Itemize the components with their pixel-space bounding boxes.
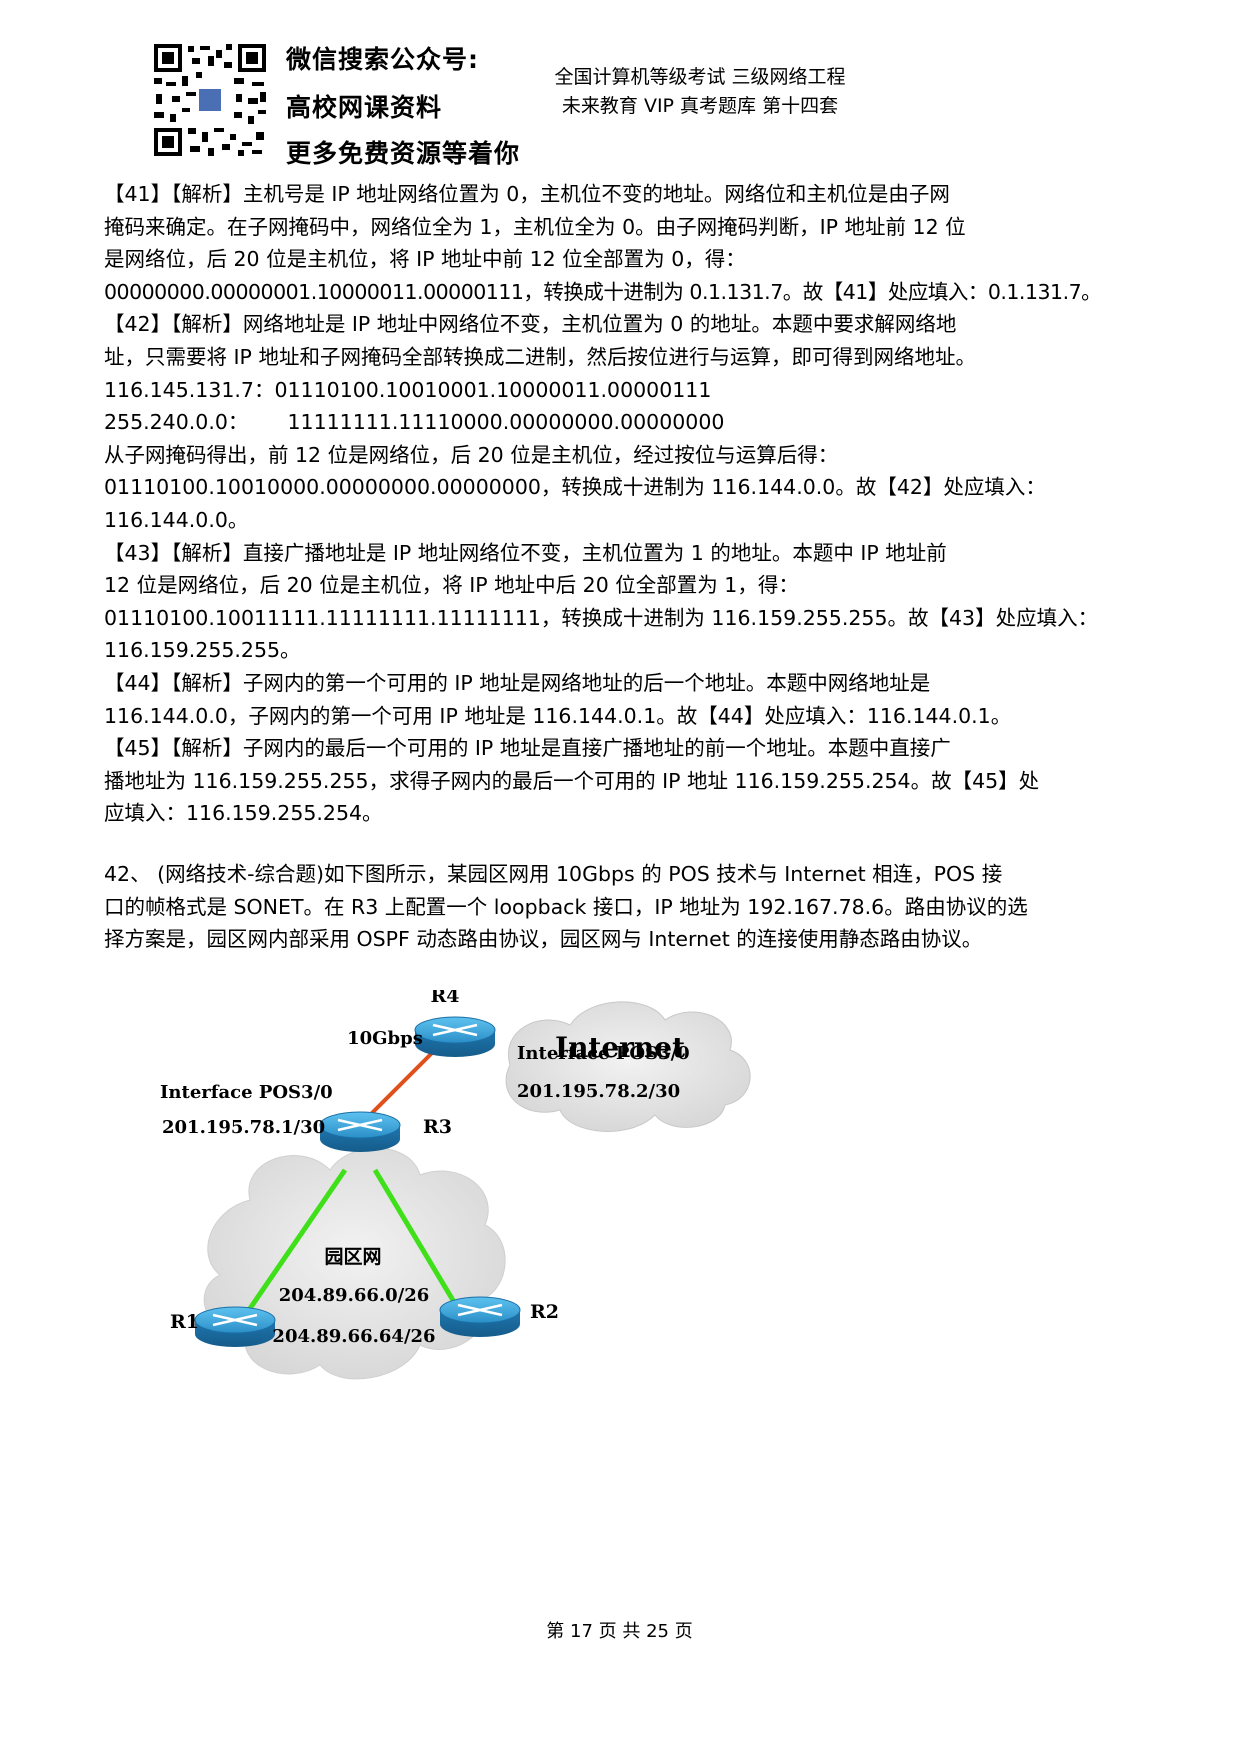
question-42: 42、 (网络技术-综合题)如下图所示，某园区网用 10Gbps 的 POS 技…	[104, 858, 1144, 956]
text-line: 【43】【解析】直接广播地址是 IP 地址网络位不变，主机位置为 1 的地址。本…	[104, 540, 947, 565]
r1-label: R1	[170, 1311, 199, 1333]
router-r3-icon	[319, 1111, 401, 1152]
text-line: 播地址为 116.159.255.255，求得子网内的最后一个可用的 IP 地址…	[104, 768, 1040, 793]
text-line: 116.145.131.7：01110100.10010001.10000011…	[104, 377, 712, 402]
header-title-1: 全国计算机等级考试 三级网络工程	[554, 66, 846, 88]
slogan-line-3: 更多免费资源等着你	[286, 139, 521, 168]
text-line: 【44】【解析】子网内的第一个可用的 IP 地址是网络地址的后一个地址。本题中网…	[104, 670, 931, 695]
text-line: 从子网掩码得出，前 12 位是网络位，后 20 位是主机位，经过按位与运算后得：	[104, 442, 839, 467]
question-line: 口的帧格式是 SONET。在 R3 上配置一个 loopback 接口，IP 地…	[104, 894, 1028, 919]
internet-cloud: Internet	[505, 1001, 751, 1132]
network-diagram: Internet R4 R3 R1 R2 10Gbps Interface PO…	[150, 990, 800, 1550]
text-line: 116.144.0.0，子网内的第一个可用 IP 地址是 116.144.0.1…	[104, 703, 1012, 728]
text-line: 01110100.10010000.00000000.00000000，转换成十…	[104, 475, 1046, 500]
subnet-2-label: 204.89.66.64/26	[272, 1326, 435, 1347]
router-r1-icon	[194, 1306, 276, 1347]
text-line: 址，只需要将 IP 地址和子网掩码全部转换成二进制，然后按位进行与运算，即可得到…	[104, 344, 976, 369]
page-number: 第 17 页 共 25 页	[546, 1621, 693, 1642]
campus-label: 园区网	[324, 1246, 381, 1268]
text-line: 掩码来确定。在子网掩码中，网络位全为 1，主机位全为 0。由子网掩码判断，IP …	[104, 214, 966, 239]
qr-code	[152, 42, 268, 158]
subnet-1-label: 204.89.66.0/26	[279, 1285, 430, 1306]
header-title-2: 未来教育 VIP 真考题库 第十四套	[561, 95, 839, 117]
text-line: 是网络位，后 20 位是主机位，将 IP 地址中前 12 位全部置为 0，得：	[104, 247, 746, 272]
text-line: 【41】【解析】主机号是 IP 地址网络位置为 0，主机位不变的地址。网络位和主…	[104, 182, 950, 206]
router-r2-icon	[439, 1296, 521, 1337]
r4-label: R4	[430, 990, 459, 1007]
link-speed-label: 10Gbps	[347, 1028, 423, 1049]
text-line: 应填入：116.159.255.254。	[104, 801, 383, 826]
text-line: 【42】【解析】网络地址是 IP 地址中网络位不变，主机位置为 0 的地址。本题…	[104, 312, 957, 337]
text-line: 255.240.0.0： 11111111.11110000.00000000.…	[104, 410, 725, 435]
text-line: 01110100.10011111.11111111.11111111，转换成十…	[104, 605, 1099, 630]
text-line: 116.159.255.255。	[104, 638, 301, 663]
text-line: 12 位是网络位，后 20 位是主机位，将 IP 地址中后 20 位全部置为 1…	[104, 573, 799, 598]
question-line: 42、 (网络技术-综合题)如下图所示，某园区网用 10Gbps 的 POS 技…	[104, 862, 1003, 886]
question-line: 择方案是，园区网内部采用 OSPF 动态路由协议，园区网与 Internet 的…	[104, 927, 983, 952]
r2-label: R2	[530, 1301, 559, 1323]
r3-ip-label: 201.195.78.1/30	[162, 1117, 325, 1138]
text-line: 116.144.0.0。	[104, 507, 249, 532]
slogan-line-2: 高校网课资料	[286, 93, 443, 122]
slogan-line-1: 微信搜索公众号:	[286, 45, 479, 74]
r4-interface-label: Interface POS3/0	[517, 1043, 690, 1064]
text-line: 【45】【解析】子网内的最后一个可用的 IP 地址是直接广播地址的前一个地址。本…	[104, 736, 951, 761]
r3-interface-label: Interface POS3/0	[160, 1082, 333, 1103]
text-line: 00000000.00000001.10000011.00000111，转换成十…	[104, 279, 1102, 304]
r3-label: R3	[423, 1116, 452, 1138]
answer-explanations: 【41】【解析】主机号是 IP 地址网络位置为 0，主机位不变的地址。网络位和主…	[104, 178, 1144, 830]
r4-ip-label: 201.195.78.2/30	[517, 1081, 680, 1102]
router-r4-icon	[414, 1016, 496, 1057]
